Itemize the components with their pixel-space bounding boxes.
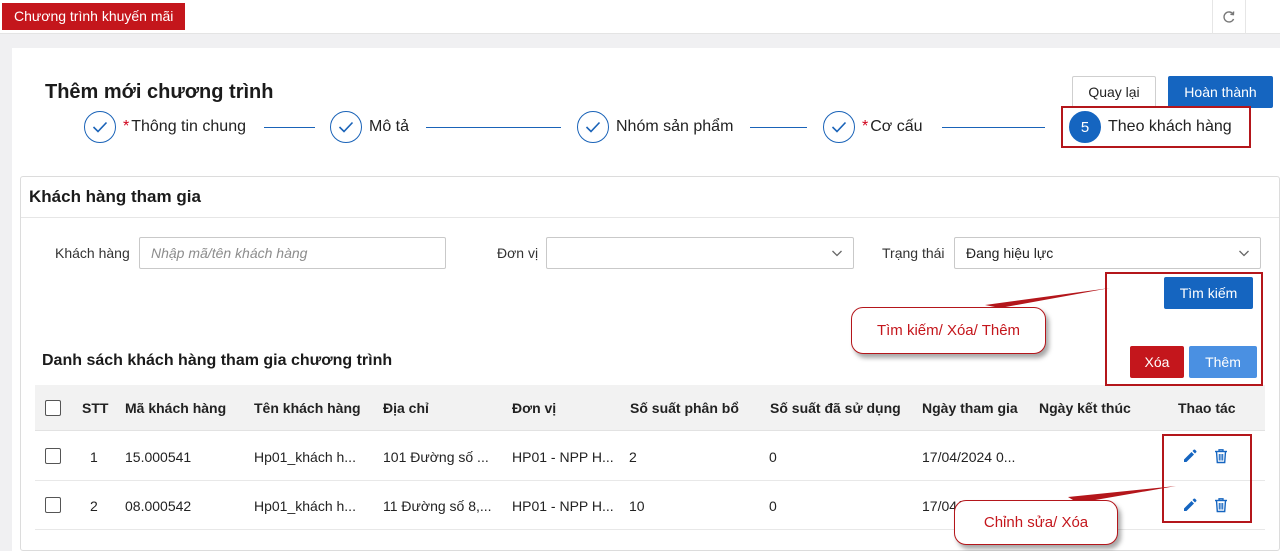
refresh-icon [1223, 11, 1235, 23]
step-connector [750, 127, 807, 128]
step-highlight-box [1061, 106, 1251, 148]
annotation-callout-edit: Chỉnh sửa/ Xóa [954, 500, 1118, 545]
step-general-info[interactable]: * Thông tin chung [84, 111, 246, 143]
step-structure[interactable]: * Cơ cấu [823, 111, 923, 143]
cell-allocated: 2 [629, 449, 637, 465]
top-bar: Chương trình khuyến mãi [0, 0, 1280, 34]
section-title: Danh sách khách hàng tham gia chương trì… [42, 352, 393, 369]
annotation-callout-search: Tìm kiếm/ Xóa/ Thêm [851, 307, 1046, 354]
select-all-checkbox[interactable] [45, 400, 61, 416]
refresh-button[interactable] [1212, 0, 1246, 34]
chevron-down-icon [832, 250, 842, 257]
annotation-box-actions [1105, 272, 1263, 386]
col-address: Địa chỉ [383, 400, 429, 416]
card-header: Khách hàng tham gia [21, 177, 1279, 218]
back-button[interactable]: Quay lại [1072, 76, 1156, 108]
cell-customer-code: 15.000541 [125, 449, 192, 465]
cell-used: 0 [769, 449, 777, 465]
unit-select[interactable] [546, 237, 854, 269]
check-icon [577, 111, 609, 143]
row-checkbox[interactable] [45, 497, 61, 513]
annotation-box-row-actions [1162, 434, 1252, 523]
status-select-value: Đang hiệu lực [966, 245, 1054, 261]
cell-stt: 1 [90, 449, 98, 465]
col-unit: Đơn vị [512, 400, 557, 416]
step-label: Cơ cấu [870, 118, 923, 135]
check-icon [84, 111, 116, 143]
cell-customer-code: 08.000542 [125, 498, 192, 514]
status-select[interactable]: Đang hiệu lực [954, 237, 1261, 269]
unit-label: Đơn vị [497, 245, 539, 261]
cell-allocated: 10 [629, 498, 645, 514]
step-description[interactable]: Mô tả [330, 111, 409, 143]
table-row [35, 432, 1265, 481]
col-allocated: Số suất phân bổ [630, 400, 739, 416]
cell-join-date: 17/04/2024 0... [922, 449, 1016, 465]
col-used: Số suất đã sử dụng [770, 400, 901, 416]
check-icon [330, 111, 362, 143]
customer-search-input[interactable]: Nhập mã/tên khách hàng [139, 237, 446, 269]
cell-customer-name: Hp01_khách h... [254, 449, 356, 465]
col-end-date: Ngày kết thúc [1039, 400, 1131, 416]
col-customer-name: Tên khách hàng [254, 400, 361, 416]
cell-stt: 2 [90, 498, 98, 514]
row-checkbox[interactable] [45, 448, 61, 464]
required-mark: * [862, 118, 869, 135]
cell-unit: HP01 - NPP H... [512, 449, 614, 465]
app-tab[interactable]: Chương trình khuyến mãi [2, 3, 186, 30]
col-stt: STT [82, 400, 109, 416]
step-connector [942, 127, 1045, 128]
required-mark: * [123, 118, 130, 135]
step-connector [264, 127, 315, 128]
step-connector [426, 127, 561, 128]
step-product-group[interactable]: Nhóm sản phẩm [577, 111, 733, 143]
step-label: Thông tin chung [131, 118, 246, 135]
page-title: Thêm mới chương trình [45, 81, 274, 103]
col-join-date: Ngày tham gia [922, 400, 1018, 416]
card-title: Khách hàng tham gia [29, 187, 201, 206]
check-icon [823, 111, 855, 143]
step-label: Nhóm sản phẩm [616, 118, 734, 135]
done-button[interactable]: Hoàn thành [1168, 76, 1273, 108]
col-actions: Thao tác [1178, 400, 1236, 416]
customer-label: Khách hàng [55, 245, 130, 261]
cell-address: 11 Đường số 8,... [383, 498, 492, 514]
cell-used: 0 [769, 498, 777, 514]
cell-address: 101 Đường số ... [383, 449, 489, 465]
col-customer-code: Mã khách hàng [125, 400, 227, 416]
cell-customer-name: Hp01_khách h... [254, 498, 356, 514]
chevron-down-icon [1239, 250, 1249, 257]
status-label: Trạng thái [882, 245, 945, 261]
step-label: Mô tả [369, 118, 410, 135]
cell-unit: HP01 - NPP H... [512, 498, 614, 514]
